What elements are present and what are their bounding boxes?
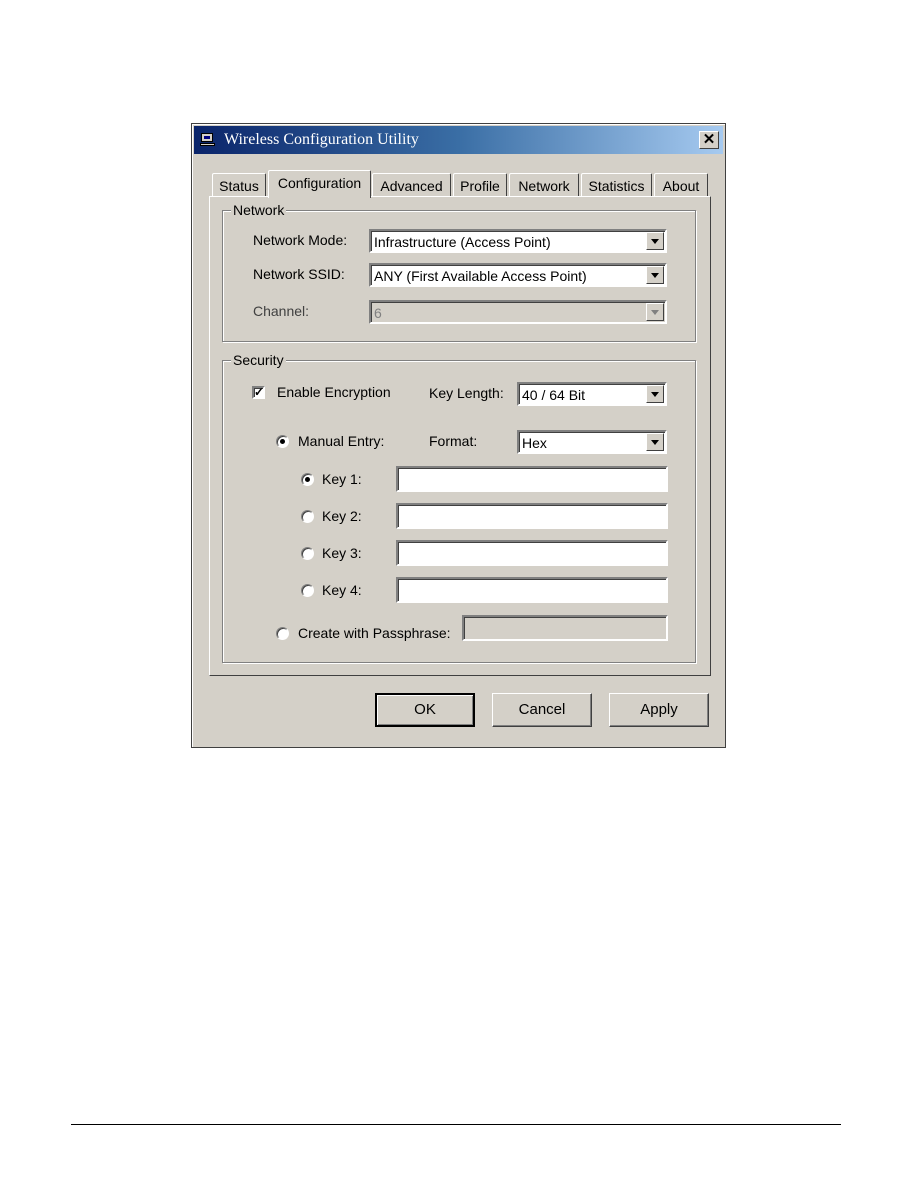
channel-value: 6 xyxy=(374,305,382,321)
enable-encryption-label: Enable Encryption xyxy=(277,384,391,400)
security-group-label: Security xyxy=(231,352,286,368)
key-3-input[interactable] xyxy=(396,540,668,566)
tab-profile[interactable]: Profile xyxy=(453,173,507,197)
ok-button[interactable]: OK xyxy=(375,693,475,727)
network-mode-label: Network Mode: xyxy=(253,232,348,248)
channel-select[interactable]: 6 xyxy=(369,300,667,324)
key-3-radio[interactable] xyxy=(301,547,314,560)
configuration-panel: Network Network Mode: Infrastructure (Ac… xyxy=(209,196,711,676)
enable-encryption-checkbox[interactable]: ✓ xyxy=(252,386,265,399)
network-ssid-label: Network SSID: xyxy=(253,266,345,282)
key-3-label: Key 3: xyxy=(322,545,362,561)
key-4-label: Key 4: xyxy=(322,582,362,598)
key-2-radio[interactable] xyxy=(301,510,314,523)
format-label: Format: xyxy=(429,433,478,449)
network-group: Network Network Mode: Infrastructure (Ac… xyxy=(222,202,696,342)
tab-configuration[interactable]: Configuration xyxy=(268,170,371,198)
chevron-down-icon[interactable] xyxy=(646,385,664,403)
network-group-label: Network xyxy=(231,202,287,218)
security-group: Security ✓ Enable Encryption Key Length:… xyxy=(222,352,696,663)
cancel-button[interactable]: Cancel xyxy=(492,693,592,727)
apply-button[interactable]: Apply xyxy=(609,693,709,727)
passphrase-label: Create with Passphrase: xyxy=(298,625,451,641)
format-value: Hex xyxy=(522,435,547,451)
computer-icon xyxy=(200,133,216,147)
key-1-input[interactable] xyxy=(396,466,668,492)
key-4-input[interactable] xyxy=(396,577,668,603)
key-length-value: 40 / 64 Bit xyxy=(522,387,586,403)
manual-entry-radio[interactable] xyxy=(276,435,289,448)
network-ssid-select[interactable]: ANY (First Available Access Point) xyxy=(369,263,667,287)
key-length-select[interactable]: 40 / 64 Bit xyxy=(517,382,667,406)
key-2-input[interactable] xyxy=(396,503,668,529)
tab-network[interactable]: Network xyxy=(509,173,579,197)
format-select[interactable]: Hex xyxy=(517,430,667,454)
key-1-label: Key 1: xyxy=(322,471,362,487)
page-footer-rule xyxy=(71,1124,841,1125)
key-2-label: Key 2: xyxy=(322,508,362,524)
network-mode-value: Infrastructure (Access Point) xyxy=(374,234,551,250)
window-title: Wireless Configuration Utility xyxy=(224,131,419,148)
tab-about[interactable]: About xyxy=(654,173,708,197)
network-ssid-value: ANY (First Available Access Point) xyxy=(374,268,587,284)
passphrase-input[interactable] xyxy=(462,615,668,641)
chevron-down-icon[interactable] xyxy=(646,266,664,284)
key-length-label: Key Length: xyxy=(429,385,504,401)
manual-entry-label: Manual Entry: xyxy=(298,433,385,449)
passphrase-radio[interactable] xyxy=(276,627,289,640)
network-mode-select[interactable]: Infrastructure (Access Point) xyxy=(369,229,667,253)
chevron-down-icon[interactable] xyxy=(646,433,664,451)
chevron-down-icon[interactable] xyxy=(646,303,664,321)
title-bar[interactable]: Wireless Configuration Utility ✕ xyxy=(194,126,723,154)
key-4-radio[interactable] xyxy=(301,584,314,597)
chevron-down-icon[interactable] xyxy=(646,232,664,250)
tab-status[interactable]: Status xyxy=(212,173,266,197)
channel-label: Channel: xyxy=(253,303,310,319)
close-button[interactable]: ✕ xyxy=(699,131,719,149)
dialog-window: Wireless Configuration Utility ✕ Status … xyxy=(191,123,726,748)
tab-advanced[interactable]: Advanced xyxy=(372,173,451,197)
tab-statistics[interactable]: Statistics xyxy=(581,173,652,197)
key-1-radio[interactable] xyxy=(301,473,314,486)
